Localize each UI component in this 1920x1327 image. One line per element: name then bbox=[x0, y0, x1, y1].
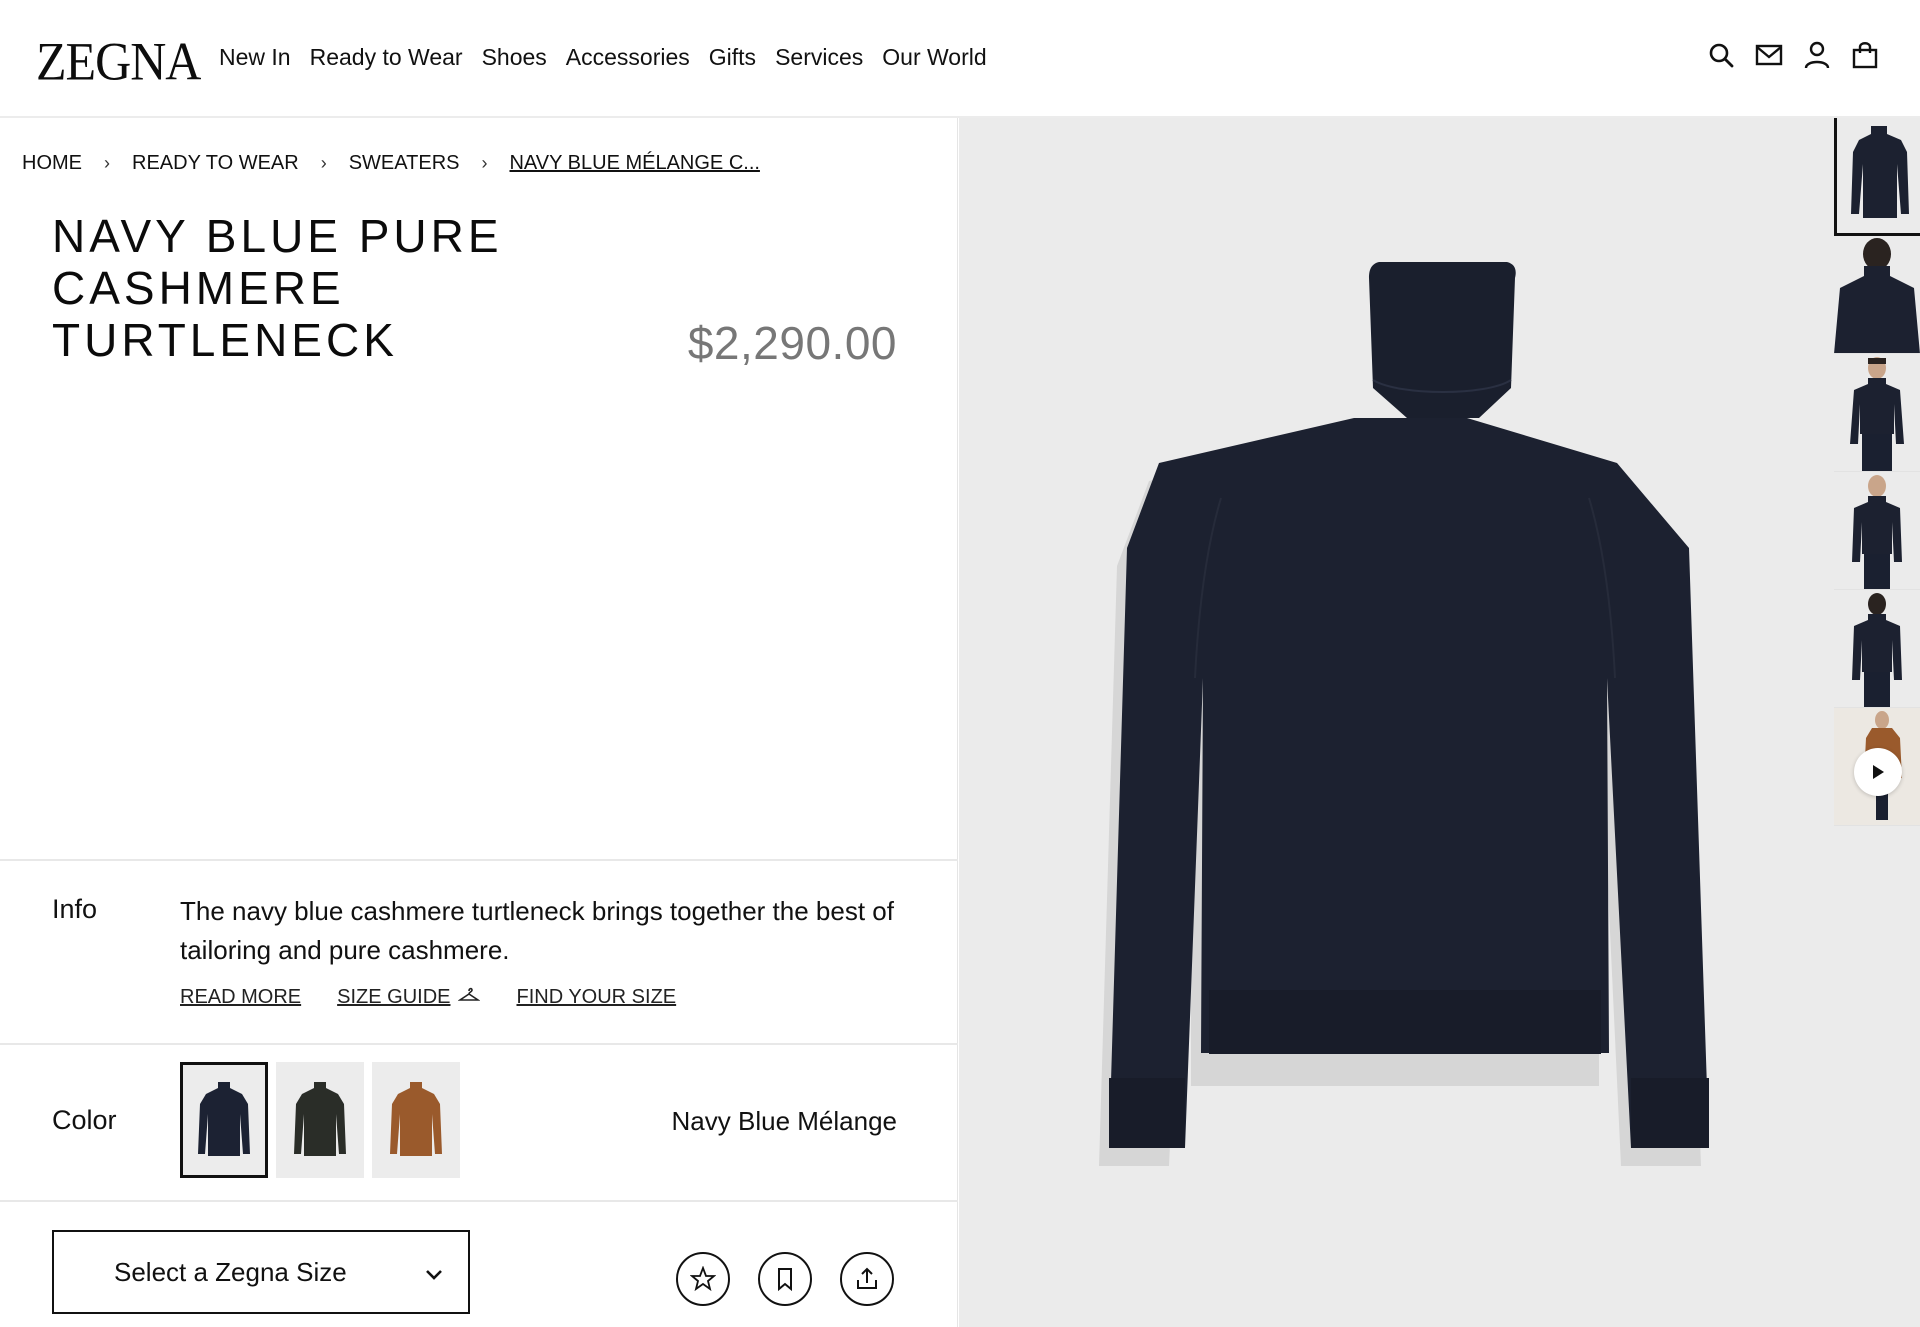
breadcrumb: HOME › READY TO WEAR › SWEATERS › NAVY B… bbox=[22, 152, 760, 175]
selected-color-name: Navy Blue Mélange bbox=[671, 1106, 897, 1136]
hanger-icon bbox=[457, 986, 482, 1009]
share-icon[interactable] bbox=[840, 1252, 894, 1306]
nav-item-shoes[interactable]: Shoes bbox=[482, 44, 547, 71]
chevron-down-icon bbox=[424, 1257, 444, 1288]
main-nav: New In Ready to Wear Shoes Accessories G… bbox=[219, 44, 987, 71]
breadcrumb-current-product[interactable]: NAVY BLUE MÉLANGE C... bbox=[509, 152, 759, 175]
size-guide-link[interactable]: SIZE GUIDE bbox=[337, 986, 482, 1009]
chevron-right-icon: › bbox=[320, 153, 327, 173]
product-image[interactable] bbox=[959, 118, 1835, 1327]
color-swatch-navy[interactable] bbox=[180, 1062, 268, 1178]
info-links: READ MORE SIZE GUIDE FIND YOUR SIZE bbox=[180, 986, 676, 1009]
favorite-star-icon[interactable] bbox=[676, 1252, 730, 1306]
read-more-link[interactable]: READ MORE bbox=[180, 986, 301, 1009]
nav-item-accessories[interactable]: Accessories bbox=[566, 44, 690, 71]
nav-item-new-in[interactable]: New In bbox=[219, 44, 291, 71]
color-swatch-camel[interactable] bbox=[372, 1062, 460, 1178]
bookmark-icon[interactable] bbox=[758, 1252, 812, 1306]
size-guide-label: SIZE GUIDE bbox=[337, 986, 451, 1008]
header-icons bbox=[1706, 40, 1880, 70]
product-actions bbox=[676, 1252, 894, 1306]
account-icon[interactable] bbox=[1802, 40, 1832, 70]
read-more-label: READ MORE bbox=[180, 986, 302, 1008]
mail-icon[interactable] bbox=[1754, 40, 1784, 70]
nav-item-ready-to-wear[interactable]: Ready to Wear bbox=[310, 44, 463, 71]
nav-item-services[interactable]: Services bbox=[775, 44, 863, 71]
search-icon[interactable] bbox=[1706, 40, 1736, 70]
product-title: NAVY BLUE PURE CASHMERE TURTLENECK bbox=[52, 210, 503, 366]
info-label: Info bbox=[52, 894, 98, 924]
color-swatches bbox=[180, 1062, 460, 1178]
play-icon[interactable] bbox=[1854, 748, 1902, 796]
thumbnail-front[interactable] bbox=[1834, 118, 1920, 236]
thumbnail-model-back[interactable] bbox=[1834, 590, 1920, 708]
brand-logo[interactable]: ZEGNA bbox=[36, 30, 201, 93]
info-description: The navy blue cashmere turtleneck brings… bbox=[180, 896, 894, 965]
color-swatch-dark-green[interactable] bbox=[276, 1062, 364, 1178]
shopping-bag-icon[interactable] bbox=[1850, 40, 1880, 70]
site-header: ZEGNA New In Ready to Wear Shoes Accesso… bbox=[0, 0, 1920, 118]
color-label: Color bbox=[52, 1105, 117, 1135]
find-your-size-link[interactable]: FIND YOUR SIZE bbox=[516, 986, 676, 1009]
product-media bbox=[959, 118, 1920, 1327]
breadcrumb-sweaters[interactable]: SWEATERS bbox=[349, 152, 460, 175]
size-select-label: Select a Zegna Size bbox=[114, 1256, 347, 1287]
find-your-size-label: FIND YOUR SIZE bbox=[516, 986, 677, 1008]
divider bbox=[0, 1200, 958, 1202]
size-select[interactable]: Select a Zegna Size bbox=[52, 1230, 470, 1314]
chevron-right-icon: › bbox=[481, 153, 488, 173]
thumbnail-model-front[interactable] bbox=[1834, 354, 1920, 472]
divider bbox=[0, 1043, 958, 1045]
breadcrumb-ready-to-wear[interactable]: READY TO WEAR bbox=[132, 152, 299, 175]
breadcrumb-home[interactable]: HOME bbox=[22, 152, 82, 175]
product-price: $2,290.00 bbox=[687, 317, 897, 369]
nav-item-gifts[interactable]: Gifts bbox=[709, 44, 756, 71]
thumbnail-video[interactable] bbox=[1834, 708, 1920, 826]
product-details-panel: HOME › READY TO WEAR › SWEATERS › NAVY B… bbox=[0, 118, 958, 1327]
thumbnail-model-side[interactable] bbox=[1834, 472, 1920, 590]
thumbnail-strip bbox=[1834, 118, 1920, 828]
thumbnail-back-model[interactable] bbox=[1834, 236, 1920, 354]
divider bbox=[0, 859, 958, 861]
nav-item-our-world[interactable]: Our World bbox=[882, 44, 986, 71]
chevron-right-icon: › bbox=[104, 153, 110, 173]
